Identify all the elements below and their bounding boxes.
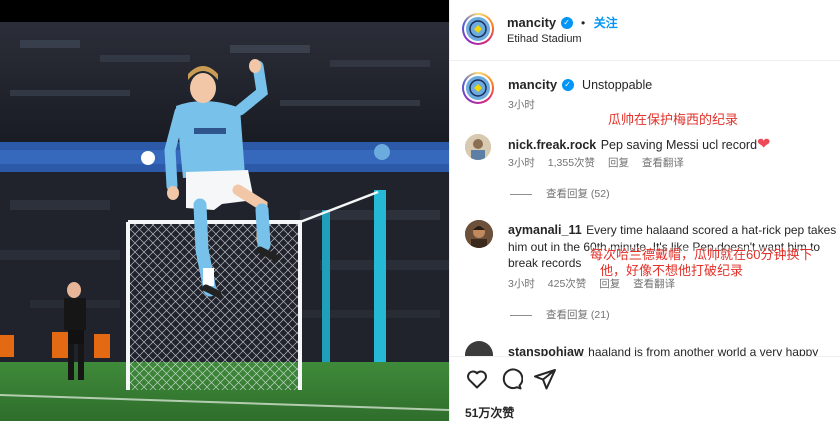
comment-2-username[interactable]: aymanali_11: [508, 223, 582, 237]
comment-avatar-3[interactable]: [465, 341, 493, 356]
post-photo[interactable]: [0, 0, 449, 421]
post-detail-panel: mancity ✓ • 关注 Etihad Stadium mancity ✓ …: [449, 0, 840, 421]
annotation-note-1: 瓜帅在保护梅西的纪录: [608, 112, 739, 127]
comment-1-reply-button[interactable]: 回复: [608, 157, 629, 169]
comment-2-text-line1: Every time halaand scored a hat-rick pep…: [586, 223, 837, 237]
header-divider: [450, 60, 840, 61]
caption-username[interactable]: mancity: [508, 77, 557, 92]
comment-1-likes[interactable]: 1,355次赞: [548, 157, 595, 169]
comment-1-text: Pep saving Messi ucl record: [600, 138, 758, 152]
comment-3-username[interactable]: stanspohiaw: [508, 345, 584, 356]
caption-time: 3小时: [508, 99, 535, 111]
header-username[interactable]: mancity: [507, 15, 556, 30]
caption-avatar[interactable]: [462, 72, 494, 104]
city-crest-icon: [466, 17, 490, 41]
caption-row: mancity ✓ Unstoppable: [508, 76, 652, 94]
share-icon[interactable]: [533, 367, 557, 391]
celebration-photo: [0, 22, 449, 421]
comment-1-view-replies-label: 查看回复 (52): [546, 188, 610, 200]
comment-2-time: 3小时: [508, 278, 535, 290]
verified-badge-icon: ✓: [561, 78, 574, 91]
caption-text: Unstoppable: [582, 78, 653, 92]
city-crest-icon: [466, 76, 490, 100]
annotation-note-2: 每次哈兰德戴帽，瓜帅就在60分钟换下 他，好像不想他打破纪录: [590, 247, 813, 279]
comment-1-time: 3小时: [508, 157, 535, 169]
comment-icon[interactable]: [499, 367, 523, 391]
reply-line: [510, 314, 532, 316]
actions-divider: [450, 356, 840, 357]
comment-2-translate-button[interactable]: 查看翻译: [633, 278, 675, 290]
comment-2-likes[interactable]: 425次赞: [548, 278, 587, 290]
red-heart-emoji-icon: ❤: [757, 136, 771, 153]
comment-2-view-replies-label: 查看回复 (21): [546, 309, 610, 321]
location-link[interactable]: Etihad Stadium: [507, 33, 582, 45]
comment-1-meta: 3小时 1,355次赞 回复 查看翻译: [508, 155, 694, 170]
heart-icon[interactable]: [465, 367, 489, 391]
verified-badge-icon: ✓: [560, 16, 573, 29]
comment-3-text: haaland is from another world a very hap…: [588, 345, 819, 356]
follow-button[interactable]: 关注: [594, 16, 618, 30]
header-row: mancity ✓ • 关注: [507, 14, 618, 32]
annotation-note-2-line1: 每次哈兰德戴帽，瓜帅就在60分钟换下: [590, 247, 813, 262]
comment-1: nick.freak.rock Pep saving Messi ucl rec…: [508, 134, 770, 154]
comment-3-clip: stanspohiaw haaland is from another worl…: [450, 338, 840, 356]
comment-3: stanspohiaw haaland is from another worl…: [508, 343, 818, 356]
separator-dot: •: [581, 16, 586, 30]
comment-1-view-replies[interactable]: 查看回复 (52): [510, 186, 610, 201]
mancity-avatar[interactable]: [462, 13, 494, 45]
reply-line: [510, 193, 532, 195]
likes-count[interactable]: 51万次赞: [465, 404, 514, 421]
action-bar: [465, 367, 585, 391]
comment-avatar-2[interactable]: [465, 220, 493, 248]
comment-2-view-replies[interactable]: 查看回复 (21): [510, 307, 610, 322]
comment-1-username[interactable]: nick.freak.rock: [508, 138, 596, 152]
comment-1-translate-button[interactable]: 查看翻译: [642, 157, 684, 169]
comment-2-reply-button[interactable]: 回复: [599, 278, 620, 290]
annotation-note-2-line2: 他，好像不想他打破纪录: [600, 263, 744, 278]
comment-avatar-1[interactable]: [465, 134, 491, 160]
